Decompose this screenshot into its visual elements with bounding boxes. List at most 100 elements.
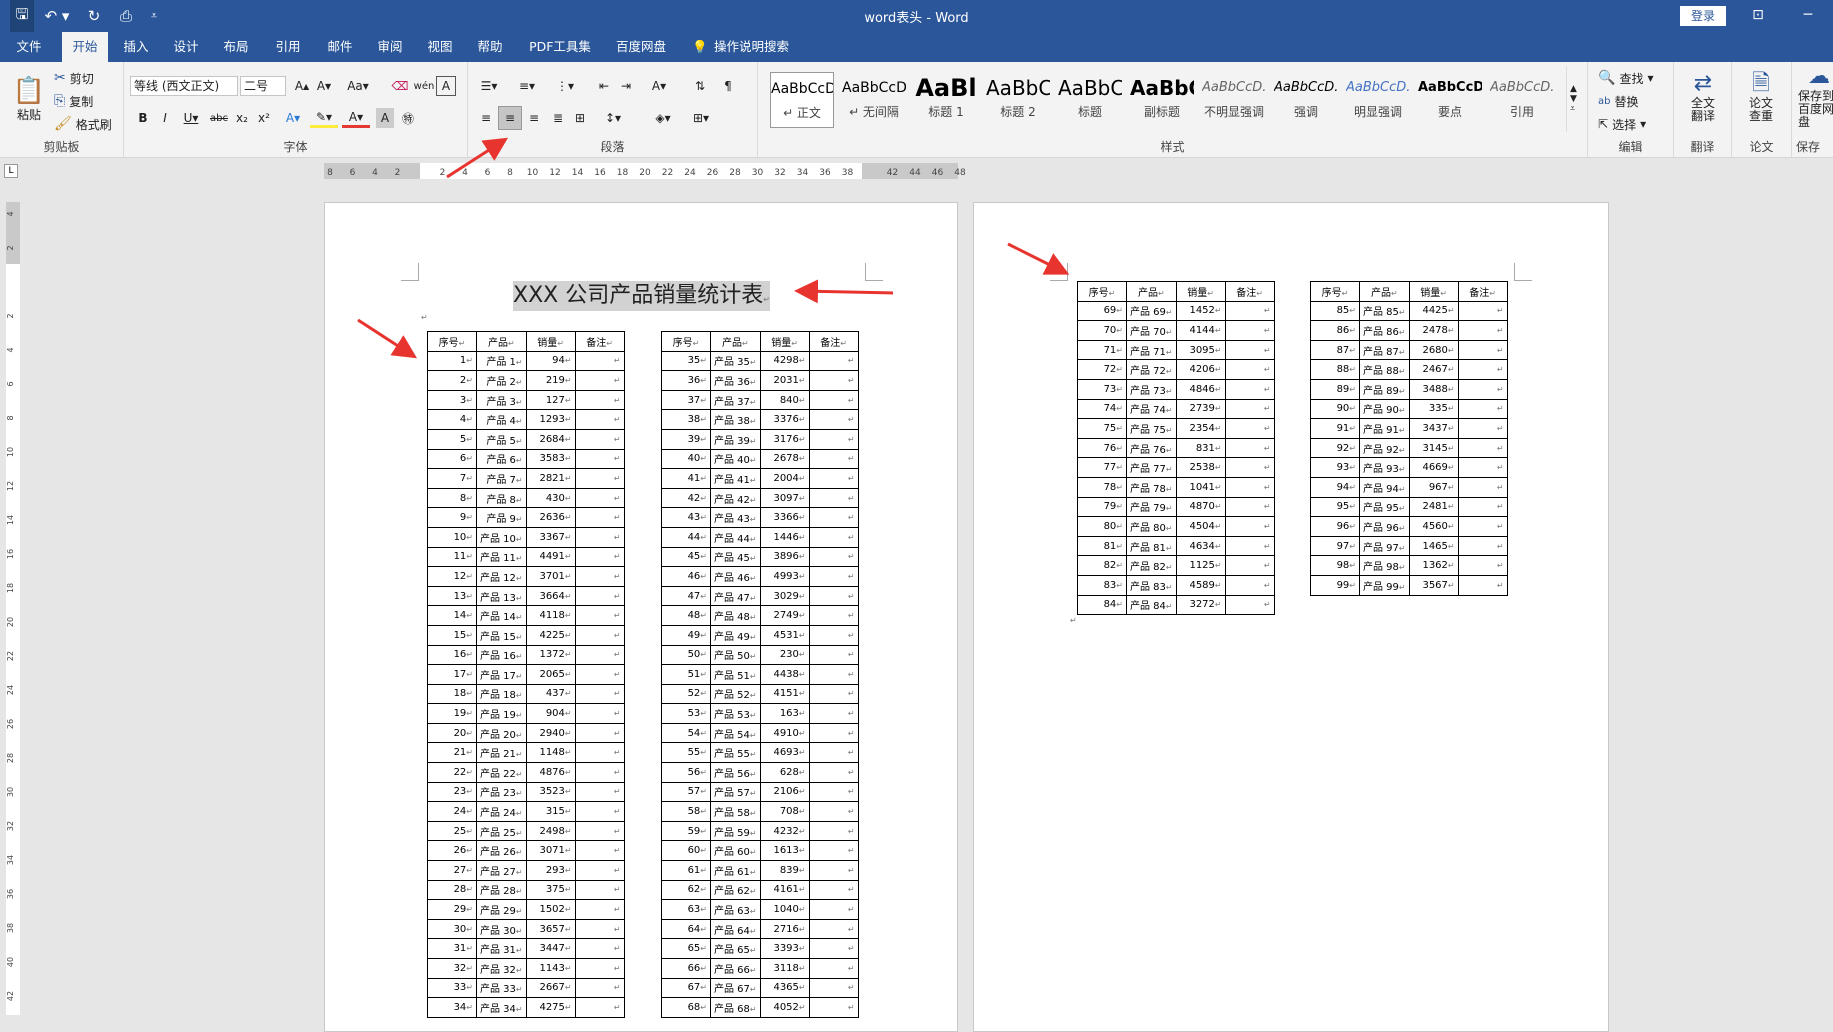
- note-cell[interactable]: ↵: [808, 468, 859, 489]
- sales-cell[interactable]: 4876↵: [525, 762, 576, 783]
- index-cell[interactable]: 77↵: [1077, 457, 1127, 478]
- table-header-cell[interactable]: 产品↵: [1359, 281, 1410, 302]
- product-cell[interactable]: 产品 85↵: [1359, 300, 1410, 322]
- index-cell[interactable]: 26↵: [427, 840, 477, 862]
- product-cell[interactable]: 产品 82↵: [1126, 555, 1177, 576]
- product-cell[interactable]: 产品 6↵: [476, 448, 527, 470]
- index-cell[interactable]: 9↵: [427, 507, 477, 528]
- index-cell[interactable]: 59↵: [661, 820, 711, 842]
- style-title[interactable]: AaBbC 标题: [1058, 72, 1122, 128]
- index-cell[interactable]: 5↵: [427, 428, 477, 450]
- index-cell[interactable]: 76↵: [1077, 437, 1127, 459]
- note-cell[interactable]: ↵: [1224, 496, 1275, 518]
- product-cell[interactable]: 产品 5↵: [476, 428, 527, 450]
- sales-cell[interactable]: 1125↵: [1175, 555, 1226, 576]
- note-cell[interactable]: ↵: [808, 389, 859, 411]
- save-to-baidu-button[interactable]: ☁ 保存到百度网盘: [1796, 64, 1833, 130]
- index-cell[interactable]: 36↵: [661, 370, 711, 391]
- sales-cell[interactable]: 2481↵: [1408, 496, 1459, 518]
- product-cell[interactable]: 产品 65↵: [710, 938, 761, 959]
- product-cell[interactable]: 产品 27↵: [476, 860, 527, 881]
- product-cell[interactable]: 产品 98↵: [1359, 555, 1410, 576]
- sales-cell[interactable]: 3071↵: [525, 840, 576, 862]
- sales-cell[interactable]: 2739↵: [1175, 398, 1226, 420]
- note-cell[interactable]: ↵: [574, 624, 625, 646]
- sales-cell[interactable]: 4298↵: [759, 350, 810, 372]
- note-cell[interactable]: ↵: [574, 350, 625, 372]
- product-cell[interactable]: 产品 25↵: [476, 820, 527, 842]
- index-cell[interactable]: 67↵: [661, 977, 711, 999]
- product-cell[interactable]: 产品 99↵: [1359, 574, 1410, 596]
- product-cell[interactable]: 产品 74↵: [1126, 398, 1177, 420]
- note-cell[interactable]: ↵: [808, 350, 859, 372]
- sales-cell[interactable]: 4232↵: [759, 820, 810, 842]
- sales-cell[interactable]: 3029↵: [759, 585, 810, 607]
- index-cell[interactable]: 2↵: [427, 370, 477, 391]
- note-cell[interactable]: ↵: [574, 879, 625, 901]
- table-header-cell[interactable]: 销量↵: [1175, 281, 1226, 302]
- index-cell[interactable]: 88↵: [1310, 359, 1360, 380]
- italic-icon[interactable]: I: [156, 108, 174, 128]
- sales-cell[interactable]: 1143↵: [525, 958, 576, 979]
- note-cell[interactable]: ↵: [1224, 398, 1275, 420]
- product-cell[interactable]: 产品 31↵: [476, 938, 527, 959]
- sales-cell[interactable]: 3657↵: [525, 918, 576, 940]
- note-cell[interactable]: ↵: [1224, 457, 1275, 478]
- style-subtle-emphasis[interactable]: AaBbCcD. 不明显强调: [1202, 72, 1266, 128]
- sales-cell[interactable]: 3583↵: [525, 448, 576, 470]
- style-strong[interactable]: AaBbCcD. 要点: [1418, 72, 1482, 128]
- index-cell[interactable]: 28↵: [427, 879, 477, 901]
- document-title[interactable]: XXX 公司产品销量统计表↵: [513, 281, 770, 311]
- table-header-cell[interactable]: 产品↵: [710, 331, 761, 352]
- sales-cell[interactable]: 219↵: [525, 370, 576, 391]
- sales-cell[interactable]: 335↵: [1408, 398, 1459, 420]
- index-cell[interactable]: 82↵: [1077, 555, 1127, 576]
- index-cell[interactable]: 41↵: [661, 468, 711, 489]
- index-cell[interactable]: 6↵: [427, 448, 477, 470]
- tab-references[interactable]: 引用: [268, 32, 308, 62]
- product-cell[interactable]: 产品 15↵: [476, 624, 527, 646]
- sales-cell[interactable]: 1613↵: [759, 840, 810, 862]
- index-cell[interactable]: 20↵: [427, 722, 477, 744]
- sales-cell[interactable]: 4151↵: [759, 683, 810, 705]
- note-cell[interactable]: ↵: [808, 899, 859, 920]
- sales-cell[interactable]: 3176↵: [759, 428, 810, 450]
- product-cell[interactable]: 产品 12↵: [476, 566, 527, 587]
- index-cell[interactable]: 78↵: [1077, 476, 1127, 498]
- product-cell[interactable]: 产品 76↵: [1126, 437, 1177, 459]
- product-cell[interactable]: 产品 83↵: [1126, 574, 1177, 596]
- product-cell[interactable]: 产品 29↵: [476, 899, 527, 920]
- note-cell[interactable]: ↵: [574, 722, 625, 744]
- sales-cell[interactable]: 2667↵: [525, 977, 576, 999]
- phonetic-guide-icon[interactable]: wén: [414, 76, 435, 96]
- note-cell[interactable]: ↵: [574, 487, 625, 509]
- index-cell[interactable]: 99↵: [1310, 574, 1360, 596]
- product-cell[interactable]: 产品 49↵: [710, 624, 761, 646]
- table-header-cell[interactable]: 备注↵: [1457, 281, 1508, 302]
- align-right-icon[interactable]: ≡: [524, 108, 544, 128]
- undo-icon[interactable]: ↶ ▾: [42, 0, 72, 32]
- sales-cell[interactable]: 628↵: [759, 762, 810, 783]
- product-cell[interactable]: 产品 87↵: [1359, 339, 1410, 361]
- style-subtitle[interactable]: AaBbC 副标题: [1130, 72, 1194, 128]
- product-cell[interactable]: 产品 41↵: [710, 468, 761, 489]
- shading-icon[interactable]: ◈▾: [648, 108, 678, 128]
- table-header-cell[interactable]: 产品↵: [476, 331, 527, 352]
- index-cell[interactable]: 64↵: [661, 918, 711, 940]
- product-cell[interactable]: 产品 78↵: [1126, 476, 1177, 498]
- sales-cell[interactable]: 1502↵: [525, 899, 576, 920]
- note-cell[interactable]: ↵: [574, 958, 625, 979]
- note-cell[interactable]: ↵: [808, 742, 859, 764]
- underline-icon[interactable]: U▾: [178, 108, 204, 128]
- table-header-cell[interactable]: 备注↵: [1224, 281, 1275, 302]
- full-text-translate-button[interactable]: ⇄ 全文翻译: [1680, 64, 1726, 130]
- sales-cell[interactable]: 4275↵: [525, 997, 576, 1018]
- sales-cell[interactable]: 4846↵: [1175, 378, 1226, 400]
- product-cell[interactable]: 产品 36↵: [710, 370, 761, 391]
- note-cell[interactable]: ↵: [808, 428, 859, 450]
- line-spacing-icon[interactable]: ↕▾: [598, 108, 628, 128]
- index-cell[interactable]: 39↵: [661, 428, 711, 450]
- sales-cell[interactable]: 1452↵: [1175, 300, 1226, 322]
- note-cell[interactable]: ↵: [808, 703, 859, 724]
- product-cell[interactable]: 产品 24↵: [476, 801, 527, 822]
